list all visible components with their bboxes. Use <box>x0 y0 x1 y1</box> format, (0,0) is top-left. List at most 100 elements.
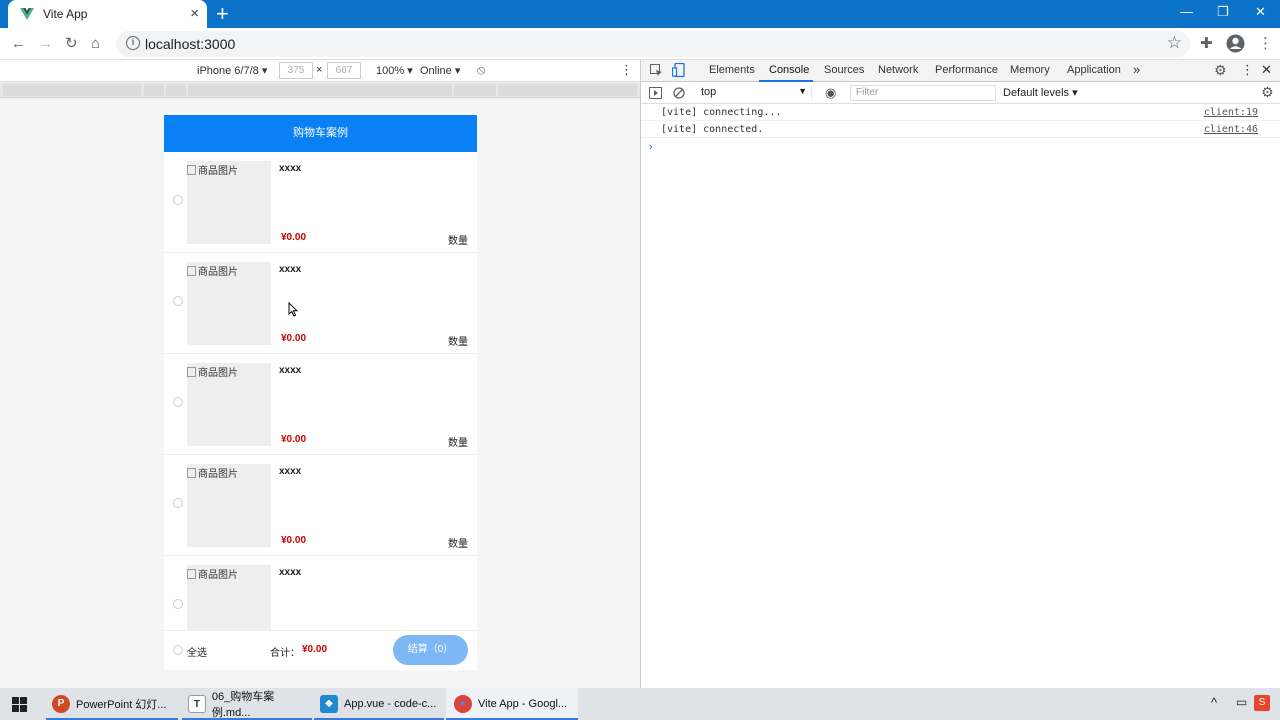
product-name: xxxx <box>279 163 302 174</box>
product-image: 商品图片 <box>187 363 271 446</box>
console-prompt[interactable]: › <box>649 141 653 153</box>
product-image: 商品图片 <box>187 161 271 244</box>
more-icon[interactable]: ⋮ <box>1258 34 1273 54</box>
puzzle-icon[interactable]: ✚ <box>1200 34 1213 54</box>
log-line: [vite] connected. client:46 <box>641 121 1280 138</box>
log-source-link[interactable]: client:46 <box>1204 124 1258 135</box>
tray-icon[interactable]: ▭ <box>1236 695 1247 709</box>
select-all-label[interactable]: 全选 <box>187 644 207 659</box>
forward-icon[interactable]: → <box>38 34 53 54</box>
item-checkbox[interactable] <box>173 296 183 306</box>
checkout-button[interactable]: 结算（0） <box>393 635 468 665</box>
broken-image-icon <box>187 468 196 478</box>
reload-icon[interactable]: ↻ <box>65 34 78 54</box>
product-image: 商品图片 <box>187 262 271 345</box>
more-icon[interactable]: ⋮ <box>620 62 633 78</box>
log-line: [vite] connecting... client:19 <box>641 104 1280 121</box>
sidebar-toggle-icon[interactable] <box>649 87 662 99</box>
windows-icon[interactable] <box>12 697 27 712</box>
product-price: ¥0.00 <box>281 333 307 344</box>
broken-image-icon <box>187 367 196 377</box>
taskbar: P PowerPoint 幻灯... T 06_购物车案例.md... ◆ Ap… <box>0 688 1280 720</box>
typora-icon: T <box>188 695 206 713</box>
taskbar-item-chrome[interactable]: ● Vite App - Googl... <box>446 688 578 720</box>
product-name: xxxx <box>279 264 302 275</box>
tab-network[interactable]: Network <box>878 64 918 76</box>
gear-icon[interactable]: ⚙ <box>1261 84 1274 101</box>
tab-application[interactable]: Application <box>1067 64 1121 76</box>
network-select[interactable]: Online ▾ <box>420 64 460 77</box>
clear-icon[interactable] <box>673 87 685 99</box>
devtools-tabbar: Elements Console Sources Network Perform… <box>641 60 1280 82</box>
info-icon[interactable]: i <box>126 36 140 50</box>
item-checkbox[interactable] <box>173 599 183 609</box>
times-label: × <box>316 64 323 76</box>
maximize-icon[interactable]: ❐ <box>1217 4 1229 20</box>
list-item: 商品图片 xxxx ¥0.00 数量 <box>164 455 477 556</box>
goods-list[interactable]: 商品图片 xxxx ¥0.00 数量 商品图片 xxxx ¥0.00 数量 商品… <box>164 152 477 630</box>
close-icon[interactable]: ✕ <box>1261 62 1272 78</box>
product-image: 商品图片 <box>187 565 271 630</box>
taskbar-item-powerpoint[interactable]: P PowerPoint 幻灯... <box>46 688 178 720</box>
home-icon[interactable]: ⌂ <box>91 34 100 54</box>
browser-titlebar: Vite App × + — ❐ ✕ <box>0 0 1280 28</box>
tab-sources[interactable]: Sources <box>824 64 864 76</box>
tab-elements[interactable]: Elements <box>709 64 755 76</box>
console-output[interactable]: [vite] connecting... client:19 [vite] co… <box>641 104 1280 153</box>
tray-chevron-up-icon[interactable]: ^ <box>1211 695 1217 710</box>
media-query-bar[interactable] <box>0 82 640 98</box>
browser-toolbar: ← → ↻ ⌂ i localhost:3000 ☆ ✚ ⋮ <box>0 28 1280 60</box>
account-icon[interactable] <box>1226 34 1245 53</box>
devtools-panel: Elements Console Sources Network Perform… <box>640 60 1280 688</box>
mouse-cursor-icon <box>288 302 298 317</box>
inspect-icon[interactable] <box>650 64 663 77</box>
url-text[interactable]: localhost:3000 <box>145 36 235 52</box>
item-checkbox[interactable] <box>173 195 183 205</box>
list-item: 商品图片 xxxx <box>164 556 477 630</box>
eye-icon[interactable]: ◉ <box>825 85 836 101</box>
list-item: 商品图片 xxxx ¥0.00 数量 <box>164 253 477 354</box>
more-tabs-icon[interactable]: » <box>1133 62 1140 77</box>
browser-tab[interactable]: Vite App × <box>8 0 207 28</box>
product-name: xxxx <box>279 466 302 477</box>
device-select[interactable]: iPhone 6/7/8 ▾ <box>197 64 267 77</box>
item-checkbox[interactable] <box>173 397 183 407</box>
back-icon[interactable]: ← <box>11 34 26 54</box>
rotate-icon[interactable]: ⦸ <box>477 62 485 78</box>
tab-memory[interactable]: Memory <box>1010 64 1050 76</box>
log-message: [vite] connected. <box>661 124 764 135</box>
total-price: ¥0.00 <box>302 644 328 655</box>
width-input[interactable]: 375 <box>279 62 313 79</box>
minimize-icon[interactable]: — <box>1180 4 1193 19</box>
gear-icon[interactable]: ⚙ <box>1214 62 1227 79</box>
broken-image-icon <box>187 266 196 276</box>
filter-input[interactable]: Filter <box>850 85 996 101</box>
levels-select[interactable]: Default levels ▾ <box>1003 86 1078 99</box>
select-all-checkbox[interactable] <box>173 645 183 655</box>
product-name: xxxx <box>279 365 302 376</box>
device-icon[interactable] <box>672 63 685 78</box>
tab-console[interactable]: Console <box>769 64 809 76</box>
quantity-label: 数量 <box>448 337 468 348</box>
item-checkbox[interactable] <box>173 498 183 508</box>
close-icon[interactable]: × <box>190 6 199 22</box>
product-price: ¥0.00 <box>281 232 307 243</box>
context-select[interactable]: top ▼ <box>694 85 812 101</box>
product-image: 商品图片 <box>187 464 271 547</box>
address-bar[interactable]: i localhost:3000 ☆ <box>116 31 1190 57</box>
more-icon[interactable]: ⋮ <box>1241 62 1254 78</box>
console-toolbar: top ▼ ◉ Filter Default levels ▾ ⚙ <box>641 82 1280 104</box>
tab-performance[interactable]: Performance <box>935 64 998 76</box>
zoom-select[interactable]: 100% ▾ <box>376 64 413 77</box>
height-input[interactable]: 667 <box>327 62 361 79</box>
window-close-icon[interactable]: ✕ <box>1255 4 1266 20</box>
phone-screen: 购物车案例 商品图片 xxxx ¥0.00 数量 商品图片 xxxx ¥0.00… <box>164 115 477 670</box>
taskbar-item-typora[interactable]: T 06_购物车案例.md... <box>182 688 312 720</box>
log-source-link[interactable]: client:19 <box>1204 107 1258 118</box>
tray-app-icon[interactable]: S <box>1254 695 1270 711</box>
plus-icon[interactable]: + <box>216 2 229 26</box>
taskbar-item-vscode[interactable]: ◆ App.vue - code-c... <box>314 688 444 720</box>
star-icon[interactable]: ☆ <box>1167 33 1182 53</box>
list-item: 商品图片 xxxx ¥0.00 数量 <box>164 354 477 455</box>
powerpoint-icon: P <box>52 695 70 713</box>
